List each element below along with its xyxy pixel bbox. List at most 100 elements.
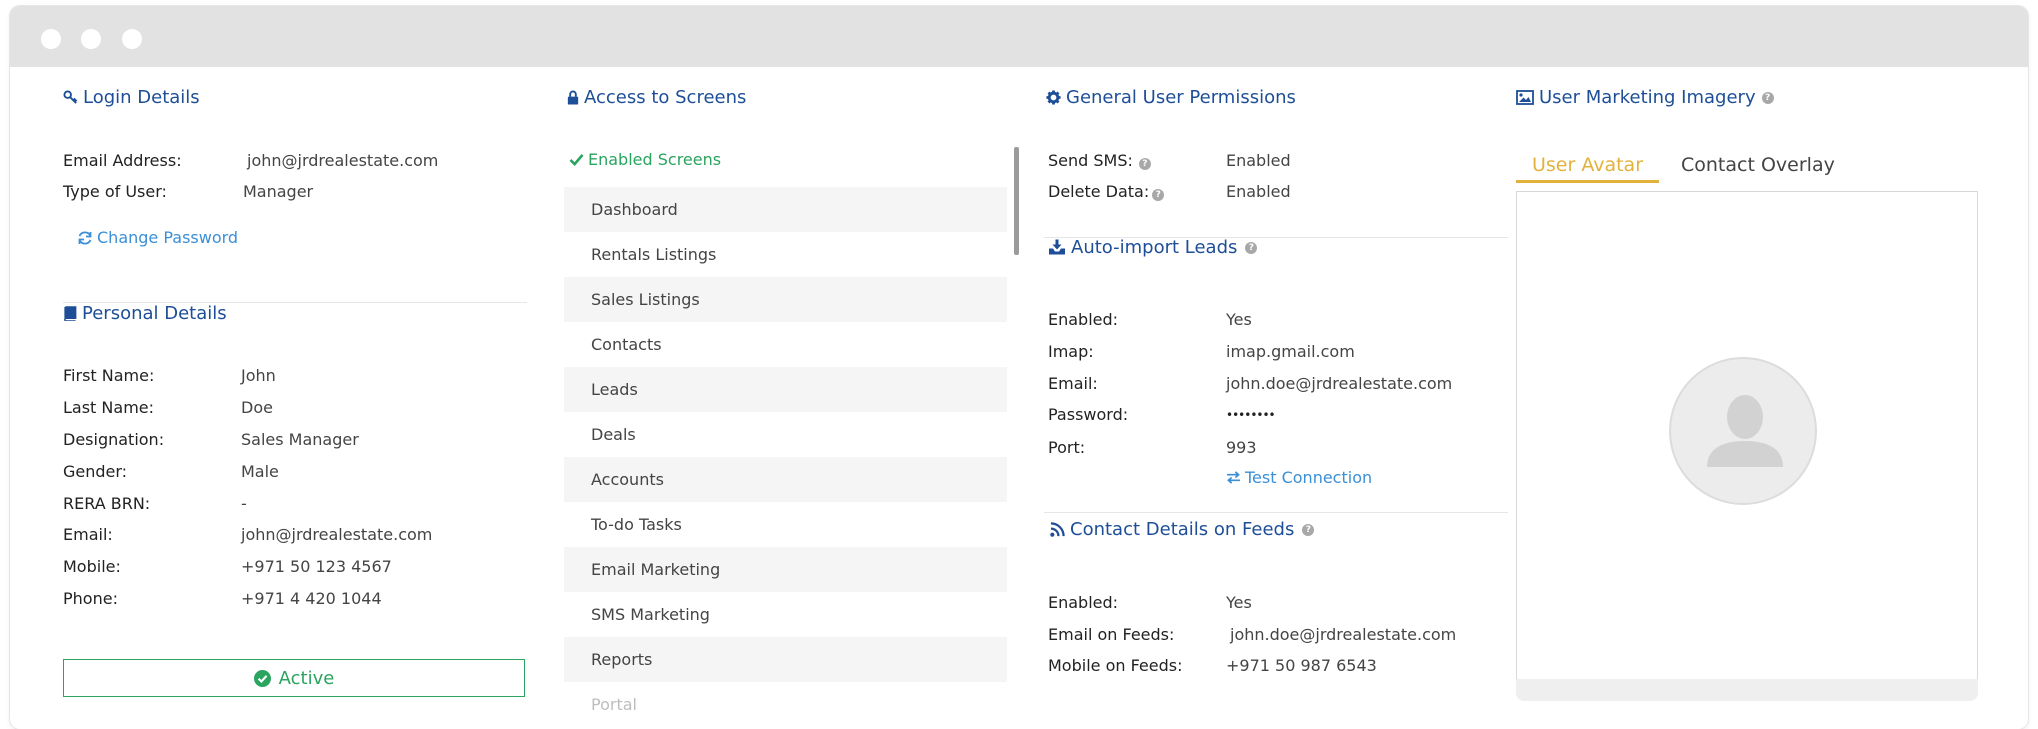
email-on-feeds-label: Email on Feeds:: [1048, 625, 1175, 644]
feeds-row: Email on Feeds: john.doe@jrdrealestate.c…: [1048, 624, 1508, 646]
picture-icon: [1516, 90, 1534, 105]
enabled-screens-label: Enabled Screens: [569, 150, 721, 169]
delete-data-row: Delete Data:? Enabled: [1048, 181, 1508, 203]
access-screens-heading: Access to Screens: [567, 87, 746, 108]
access-screens-title: Access to Screens: [584, 87, 747, 108]
help-icon: ?: [1138, 158, 1151, 170]
change-password-label: Change Password: [97, 228, 239, 247]
import-email-value: john.doe@jrdrealestate.com: [1226, 374, 1453, 393]
help-icon[interactable]: ?: [1245, 241, 1258, 254]
refresh-icon: [78, 231, 92, 244]
auto-import-row: Enabled: Yes: [1048, 309, 1508, 331]
email-on-feeds-value: john.doe@jrdrealestate.com: [1230, 625, 1457, 644]
personal-field-row: Designation: Sales Manager: [63, 429, 523, 451]
user-profile-content: Login Details Email Address: john@jrdrea…: [10, 67, 2028, 729]
first-name-label: First Name:: [63, 366, 155, 385]
personal-field-row: Mobile: +971 50 123 4567: [63, 556, 523, 578]
personal-details-heading: Personal Details: [63, 303, 227, 324]
screen-item-dashboard: Dashboard: [564, 187, 1007, 232]
avatar-panel: [1516, 191, 1978, 680]
rera-brn-label: RERA BRN:: [63, 494, 151, 513]
screen-item-email-marketing: Email Marketing: [564, 547, 1007, 592]
imap-value: imap.gmail.com: [1226, 342, 1355, 361]
general-permissions-title: General User Permissions: [1066, 87, 1296, 108]
marketing-imagery-heading: User Marketing Imagery ?: [1516, 87, 1774, 108]
email-label: Email:: [63, 525, 113, 544]
auto-import-row: Imap: imap.gmail.com: [1048, 341, 1508, 363]
screen-item-portal: Portal: [591, 695, 637, 714]
marketing-imagery-title: User Marketing Imagery: [1539, 87, 1756, 108]
panel-footer: [1516, 679, 1978, 701]
test-connection-label: Test Connection: [1245, 468, 1373, 487]
change-password-link[interactable]: Change Password: [77, 228, 238, 247]
personal-details-title: Personal Details: [82, 303, 227, 324]
password-value: ••••••••: [1226, 408, 1276, 422]
user-icon: [1707, 395, 1783, 467]
auto-import-enabled-label: Enabled:: [1048, 310, 1119, 329]
feeds-enabled-label: Enabled:: [1048, 593, 1119, 612]
check-circle-icon: [253, 669, 271, 687]
feeds-row: Mobile on Feeds: +971 50 987 6543: [1048, 655, 1508, 677]
screen-item-todo-tasks: To-do Tasks: [591, 515, 682, 534]
tab-contact-overlay[interactable]: Contact Overlay: [1681, 147, 1835, 183]
help-icon[interactable]: ?: [1761, 91, 1774, 104]
type-of-user-value: Manager: [243, 182, 314, 201]
auto-import-row: Port: 993: [1048, 437, 1508, 459]
email-address-value: john@jrdrealestate.com: [247, 151, 439, 170]
phone-value: +971 4 420 1044: [241, 589, 382, 608]
screen-item-accounts: Accounts: [564, 457, 1007, 502]
feeds-enabled-value: Yes: [1226, 593, 1252, 612]
general-permissions-heading: General User Permissions: [1046, 87, 1296, 108]
imap-label: Imap:: [1048, 342, 1094, 361]
personal-field-row: Phone: +971 4 420 1044: [63, 588, 523, 610]
auto-import-heading: Auto-import Leads ?: [1048, 237, 1258, 258]
avatar-placeholder[interactable]: [1669, 357, 1817, 505]
send-sms-label: Send SMS:?: [1048, 150, 1151, 172]
type-of-user-row: Type of User: Manager: [63, 181, 523, 203]
email-address-row: Email Address: john@jrdrealestate.com: [63, 150, 523, 172]
auto-import-row: Password: ••••••••: [1048, 404, 1508, 426]
personal-field-row: Gender: Male: [63, 461, 523, 483]
password-label: Password:: [1048, 405, 1129, 424]
import-email-label: Email:: [1048, 374, 1098, 393]
window-control-close[interactable]: [41, 29, 61, 49]
first-name-value: John: [241, 366, 276, 385]
screens-scrollbar[interactable]: [1014, 147, 1019, 255]
last-name-label: Last Name:: [63, 398, 155, 417]
personal-field-row: First Name: John: [63, 365, 523, 387]
email-address-label: Email Address:: [63, 151, 182, 170]
tab-user-avatar[interactable]: User Avatar: [1516, 147, 1659, 183]
lock-icon: [567, 90, 579, 105]
rss-icon: [1050, 522, 1065, 537]
gender-label: Gender:: [63, 462, 128, 481]
screen-item-sales-listings: Sales Listings: [564, 277, 1007, 322]
window-control-maximize[interactable]: [122, 29, 142, 49]
mobile-label: Mobile:: [63, 557, 121, 576]
phone-label: Phone:: [63, 589, 118, 608]
screen-item-reports: Reports: [564, 637, 1007, 682]
send-sms-value: Enabled: [1226, 151, 1291, 170]
designation-label: Designation:: [63, 430, 165, 449]
contact-feeds-title: Contact Details on Feeds: [1070, 519, 1295, 540]
help-icon: ?: [1152, 189, 1165, 201]
active-status-label: Active: [278, 667, 335, 689]
send-sms-row: Send SMS:? Enabled: [1048, 150, 1508, 172]
port-value: 993: [1226, 438, 1257, 457]
personal-field-row: Last Name: Doe: [63, 397, 523, 419]
book-icon: [64, 306, 77, 321]
rera-brn-value: -: [241, 494, 247, 513]
auto-import-row: Email: john.doe@jrdrealestate.com: [1048, 373, 1508, 395]
window-control-minimize[interactable]: [81, 29, 101, 49]
gender-value: Male: [241, 462, 279, 481]
designation-value: Sales Manager: [241, 430, 359, 449]
imagery-tabs: User Avatar Contact Overlay: [1516, 147, 1978, 183]
email-value: john@jrdrealestate.com: [241, 525, 433, 544]
help-icon[interactable]: ?: [1302, 523, 1315, 536]
browser-window: Login Details Email Address: john@jrdrea…: [10, 6, 2028, 729]
auto-import-title: Auto-import Leads: [1071, 237, 1238, 258]
mobile-value: +971 50 123 4567: [241, 557, 392, 576]
test-connection-link[interactable]: Test Connection: [1226, 468, 1372, 487]
delete-data-label: Delete Data:?: [1048, 181, 1165, 203]
screen-item-sms-marketing: SMS Marketing: [591, 605, 710, 624]
contact-feeds-heading: Contact Details on Feeds ?: [1050, 519, 1315, 540]
